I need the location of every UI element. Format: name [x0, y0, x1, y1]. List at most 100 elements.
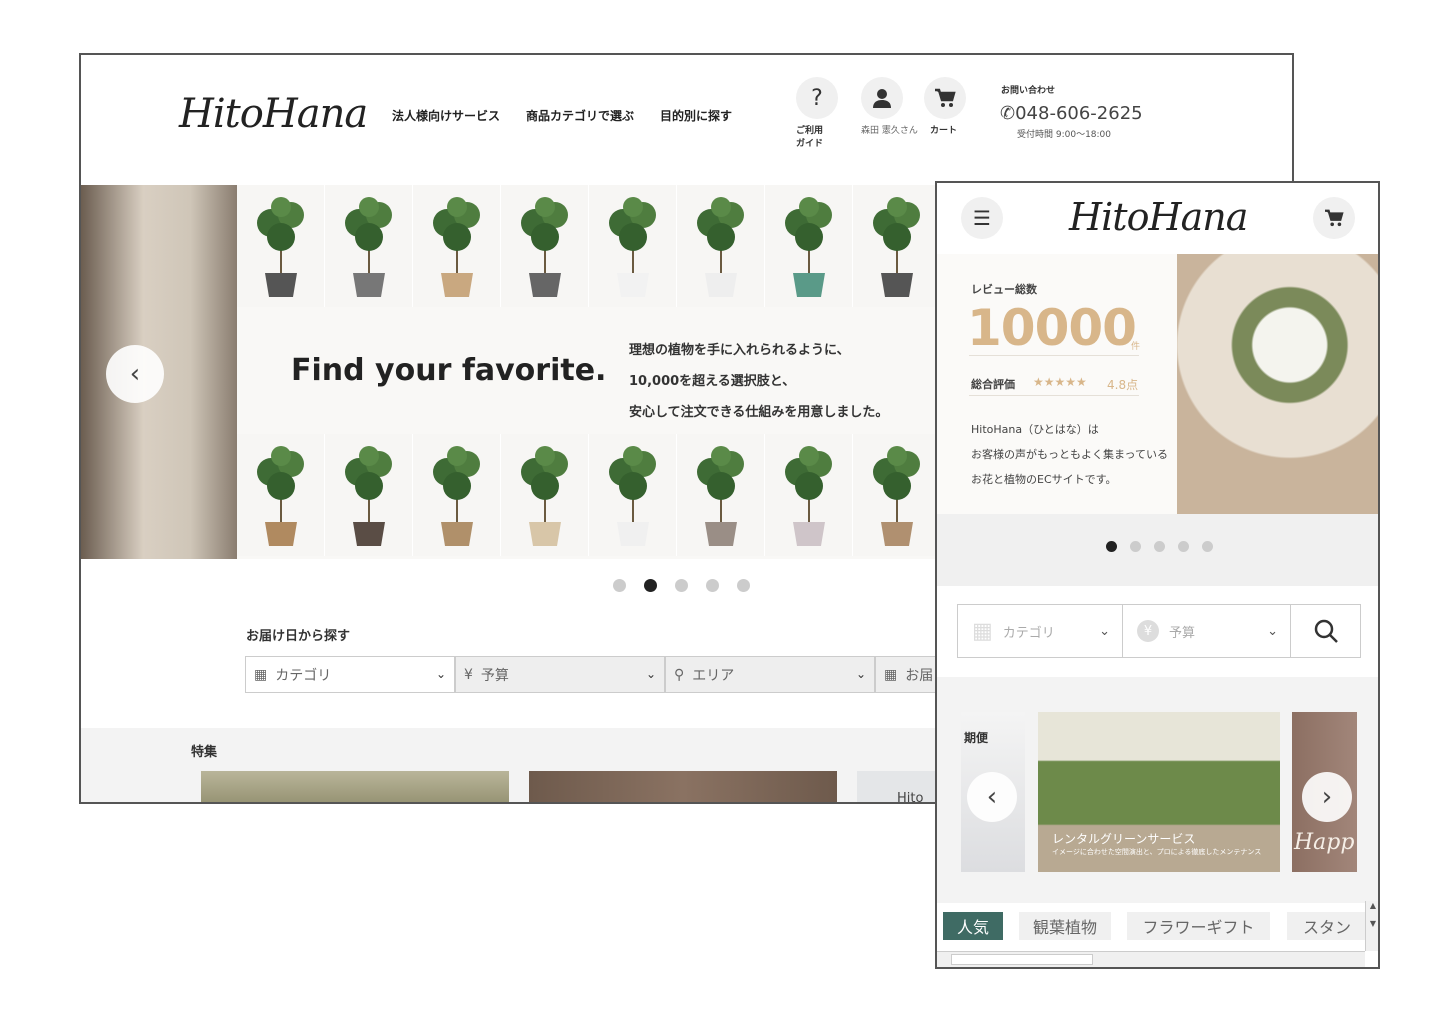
horizontal-scrollbar[interactable] [937, 951, 1365, 967]
tab-popular[interactable]: 人気 [943, 912, 1003, 940]
chevron-down-icon: ⌄ [1267, 623, 1278, 639]
plant-tile [765, 434, 853, 556]
plant-image [609, 197, 656, 297]
feature-card[interactable] [529, 771, 837, 802]
category-select[interactable]: ▦ カテゴリ ⌄ [958, 605, 1123, 657]
plant-tile [677, 434, 765, 556]
plant-tile [413, 185, 501, 307]
search-title: お届け日から探す [246, 629, 351, 644]
account-button[interactable]: 森田 憲久さん [861, 77, 921, 138]
hero-prev-button[interactable]: ‹ [106, 345, 164, 403]
plant-image [345, 197, 392, 297]
hero-desc: HitoHana（ひとはな）は [971, 423, 1099, 436]
plant-tile [413, 434, 501, 556]
budget-select[interactable]: ¥ 予算 ⌄ [1123, 605, 1291, 657]
yen-icon: ¥ [464, 666, 473, 683]
plant-tile [589, 434, 677, 556]
review-unit: 件 [1131, 342, 1141, 352]
help-icon: ? [796, 77, 838, 119]
plant-tile [853, 434, 941, 556]
chevron-left-icon: ‹ [986, 782, 998, 812]
plant-image [521, 197, 568, 297]
rating-label: 総合評価 [971, 378, 1015, 391]
yen-icon: ¥ [1137, 620, 1159, 642]
plant-image [609, 446, 656, 546]
carousel-dot[interactable] [1154, 541, 1165, 552]
logo[interactable]: HitoHana [179, 91, 368, 137]
search-button[interactable] [1291, 605, 1361, 657]
carousel-dot[interactable] [1130, 541, 1141, 552]
plant-tile [589, 185, 677, 307]
mobile-search: ▦ カテゴリ ⌄ ¥ 予算 ⌄ [957, 604, 1361, 658]
carousel-dot[interactable] [613, 579, 626, 592]
chevron-left-icon: ‹ [129, 359, 141, 389]
feature-side-text: 期便 [964, 731, 989, 745]
pin-icon: ⚲ [674, 666, 685, 683]
plant-tile [765, 185, 853, 307]
carousel-dot[interactable] [1106, 541, 1117, 552]
plant-tile [501, 434, 589, 556]
plant-image [697, 446, 744, 546]
plant-image [697, 197, 744, 297]
carousel-dot[interactable] [737, 579, 750, 592]
menu-icon[interactable]: ☰ [961, 197, 1003, 239]
feature-card[interactable] [201, 771, 509, 802]
chevron-down-icon: ⌄ [435, 667, 446, 681]
divider [969, 355, 1139, 356]
area-select[interactable]: ⚲ エリア ⌄ [665, 656, 875, 693]
plant-tile [677, 185, 765, 307]
plant-tile [325, 434, 413, 556]
nav-category[interactable]: 商品カテゴリで選ぶ [526, 107, 634, 124]
feature-card[interactable]: Hito [857, 771, 947, 802]
category-select[interactable]: ▦ カテゴリ ⌄ [245, 656, 455, 693]
budget-select[interactable]: ¥ 予算 ⌄ [455, 656, 665, 693]
phone-number[interactable]: ✆048-606-2625 [1000, 103, 1143, 124]
plant-image [257, 197, 304, 297]
cart-button[interactable]: カート [924, 77, 974, 138]
chevron-down-icon: ⌄ [645, 667, 656, 681]
calendar-icon: ▦ [884, 666, 898, 683]
rating-stars: ★★★★★ [1033, 375, 1087, 389]
chevron-down-icon: ⌄ [1099, 623, 1110, 639]
nav-purpose[interactable]: 目的別に探す [660, 107, 732, 124]
review-count: 10000 [967, 299, 1137, 357]
cart-icon[interactable] [1313, 197, 1355, 239]
user-icon [861, 77, 903, 119]
vertical-scrollbar[interactable]: ▲ ▼ [1365, 901, 1378, 951]
contact-title: お問い合わせ [1001, 86, 1056, 96]
feature-card-rental[interactable]: レンタルグリーンサービス イメージに合わせた空間演出と、プロによる徹底したメンテ… [1038, 712, 1280, 872]
plant-tile [501, 185, 589, 307]
feature-title: 特集 [191, 745, 218, 760]
carousel-dot[interactable] [1202, 541, 1213, 552]
carousel-dot[interactable] [644, 579, 657, 592]
nav-corporate[interactable]: 法人様向けサービス [392, 107, 500, 124]
hero-line: 安心して注文できる仕組みを用意しました。 [629, 405, 889, 420]
guide-button[interactable]: ? ご利用ガイド [796, 77, 841, 151]
feature-next-button[interactable]: › [1302, 772, 1352, 822]
review-label: レビュー総数 [971, 283, 1037, 296]
carousel-dot[interactable] [675, 579, 688, 592]
scrollbar-thumb[interactable] [951, 954, 1093, 965]
plant-tile [853, 185, 941, 307]
plant-image [433, 197, 480, 297]
plant-image [785, 446, 832, 546]
hero-desc: お花と植物のECサイトです。 [971, 473, 1117, 486]
plant-image [521, 446, 568, 546]
plant-image [433, 446, 480, 546]
feature-prev-button[interactable]: ‹ [967, 772, 1017, 822]
tab-foliage[interactable]: 観葉植物 [1019, 912, 1111, 940]
carousel-dot[interactable] [1178, 541, 1189, 552]
hero-line: 10,000を超える選択肢と、 [629, 374, 796, 389]
hero-line: 理想の植物を手に入れられるように、 [629, 343, 850, 358]
hero-headline: Find your favorite. [291, 353, 607, 388]
plant-tile [325, 185, 413, 307]
search-icon [1314, 619, 1338, 643]
mobile-window: ☰ HitoHana レビュー総数 10000 件 総合評価 ★★★★★ 4.8… [935, 181, 1380, 969]
carousel-dot[interactable] [706, 579, 719, 592]
plant-image [345, 446, 392, 546]
tab-flower-gift[interactable]: フラワーギフト [1127, 912, 1270, 940]
tab-stand[interactable]: スタン [1287, 912, 1365, 940]
logo[interactable]: HitoHana [1069, 195, 1248, 239]
grid-icon: ▦ [972, 618, 993, 644]
cart-icon [924, 77, 966, 119]
